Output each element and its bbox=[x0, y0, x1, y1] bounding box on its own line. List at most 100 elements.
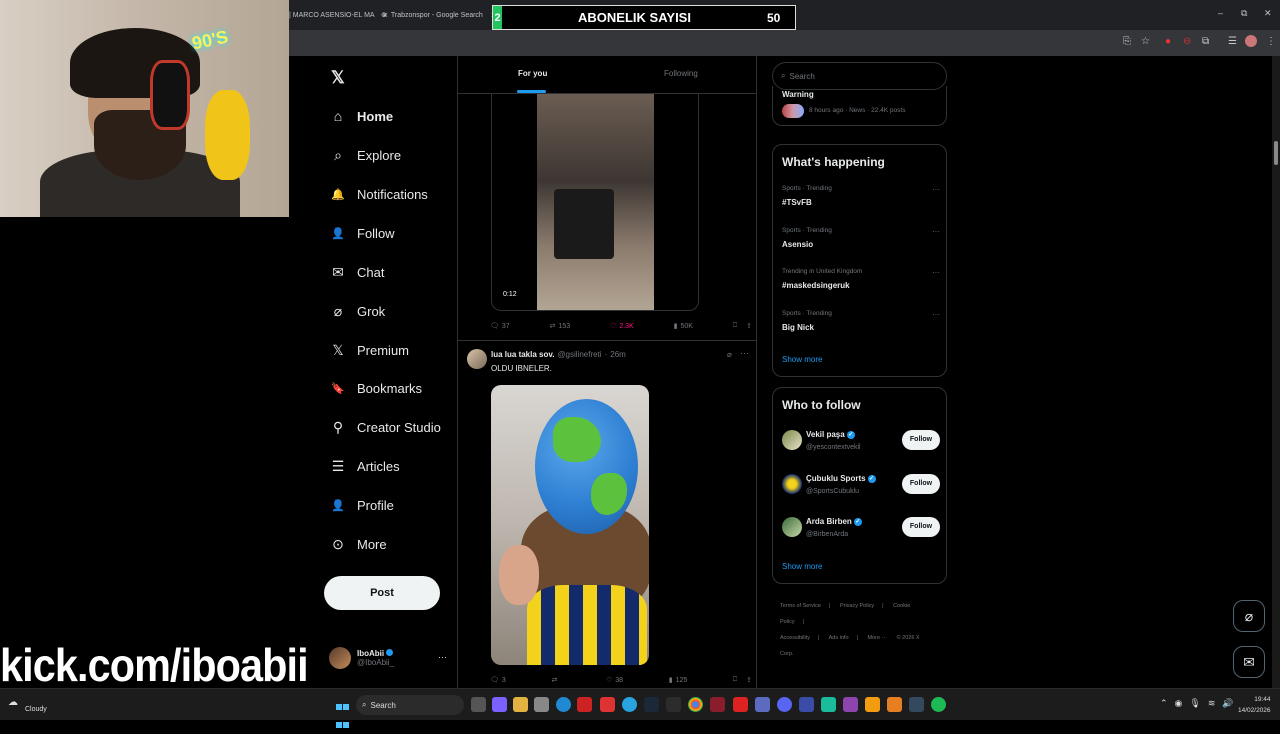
reply-button[interactable]: 🗨 3 bbox=[490, 676, 506, 685]
follow-button[interactable]: Follow bbox=[902, 474, 940, 494]
post-button[interactable]: Post bbox=[324, 576, 440, 610]
discord-icon[interactable] bbox=[777, 697, 792, 712]
account-switcher[interactable]: IboAbii @IboAbii_ bbox=[329, 640, 449, 676]
follow-suggestion[interactable]: Çubuklu Sports ✓ @SportsCubuklu Follow bbox=[782, 472, 940, 506]
sidebar-item-follow[interactable]: 👤 Follow bbox=[329, 219, 394, 247]
like-button[interactable]: ♡ 2.3K bbox=[610, 322, 634, 331]
tweet-video[interactable]: 0:12 bbox=[491, 94, 699, 311]
browser-tab[interactable]: ⊚ Trabzonspor - Google Search × bbox=[381, 6, 496, 24]
bookmark-button[interactable]: ⎕ ⇪ bbox=[733, 322, 752, 330]
copilot-icon[interactable] bbox=[492, 697, 507, 712]
weather-label[interactable]: Cloudy bbox=[25, 706, 47, 713]
app-icon[interactable] bbox=[865, 697, 880, 712]
sidebar-item-grok[interactable]: ⌀ Grok bbox=[329, 297, 385, 325]
grok-float-button[interactable]: ⌀ bbox=[1233, 600, 1265, 632]
sidebar-item-premium[interactable]: 𝕏 Premium bbox=[329, 336, 409, 364]
more-icon[interactable]: ··· bbox=[932, 268, 940, 277]
more-icon[interactable]: ··· bbox=[932, 310, 940, 319]
steam-icon[interactable] bbox=[909, 697, 924, 712]
follow-button[interactable]: Follow bbox=[902, 517, 940, 537]
app-icon[interactable] bbox=[577, 697, 592, 712]
follow-suggestion[interactable]: Arda Birben ✓ @BirbenArda Follow bbox=[782, 515, 940, 549]
author-name[interactable]: lua lua takla sov. bbox=[491, 350, 554, 359]
footer-link-terms[interactable]: Terms of Service bbox=[780, 603, 821, 609]
author-handle[interactable]: @gsilinefreti bbox=[557, 350, 601, 359]
network-icon[interactable]: ◉ bbox=[1175, 698, 1183, 709]
trend-item[interactable]: Sports · Trending #TSvFB ··· bbox=[782, 185, 940, 215]
app-icon[interactable] bbox=[600, 697, 615, 712]
tab-following[interactable]: Following bbox=[664, 69, 698, 78]
minimize-button[interactable]: – bbox=[1218, 8, 1223, 18]
sidebar-item-notifications[interactable]: 🔔 Notifications bbox=[329, 180, 428, 208]
sidebar-item-bookmarks[interactable]: 🔖 Bookmarks bbox=[329, 374, 422, 402]
bookmark-button[interactable]: ⎕ ⇪ bbox=[733, 676, 752, 684]
browser-tab[interactable]: | MARCO ASENSIO-EL MA × bbox=[289, 6, 388, 24]
sidebar-item-creator-studio[interactable]: ⚲ Creator Studio bbox=[329, 413, 441, 441]
restore-button[interactable]: ⧉ bbox=[1241, 8, 1247, 19]
app-icon[interactable] bbox=[821, 697, 836, 712]
sidebar-item-home[interactable]: ⌂ Home bbox=[329, 102, 393, 130]
grok-icon[interactable]: ⌀ bbox=[727, 350, 732, 359]
tweet-time[interactable]: 26m bbox=[610, 350, 626, 359]
app-icon[interactable] bbox=[733, 697, 748, 712]
footer-link-accessibility[interactable]: Accessibility bbox=[780, 635, 810, 641]
store-icon[interactable] bbox=[534, 697, 549, 712]
sidebar-item-articles[interactable]: ☰ Articles bbox=[329, 452, 400, 480]
share-icon[interactable]: ⇪ bbox=[746, 322, 752, 330]
app-icon[interactable] bbox=[755, 697, 770, 712]
account-more-icon[interactable]: ··· bbox=[438, 652, 447, 662]
file-explorer-icon[interactable] bbox=[513, 697, 528, 712]
sidebar-item-explore[interactable]: ⌕ Explore bbox=[329, 141, 401, 169]
app-icon[interactable] bbox=[710, 697, 725, 712]
sidebar-item-profile[interactable]: 👤 Profile bbox=[329, 491, 394, 519]
trend-item[interactable]: Sports · Trending Big Nick ··· bbox=[782, 310, 940, 340]
reply-button[interactable]: 🗨 37 bbox=[490, 322, 510, 331]
footer-link-privacy[interactable]: Privacy Policy bbox=[840, 603, 874, 609]
edge-icon[interactable] bbox=[556, 697, 571, 712]
sidebar-item-chat[interactable]: ✉ Chat bbox=[329, 258, 384, 286]
scrollbar-thumb[interactable] bbox=[1274, 141, 1278, 165]
trend-item[interactable]: Trending in United Kingdom #maskedsinger… bbox=[782, 268, 940, 298]
footer-link-ads[interactable]: Ads info bbox=[829, 635, 849, 641]
share-icon[interactable]: ⇪ bbox=[746, 676, 752, 684]
sidebar-item-more[interactable]: ⊙ More bbox=[329, 530, 387, 558]
views-button[interactable]: ▮ 125 bbox=[669, 676, 688, 685]
app-icon[interactable] bbox=[843, 697, 858, 712]
chrome-icon[interactable] bbox=[688, 697, 703, 712]
extension-icon[interactable]: ● bbox=[1165, 36, 1171, 47]
clock[interactable]: 19:44 14/02/2026 bbox=[1238, 694, 1271, 716]
footer-link-more[interactable]: More ··· bbox=[867, 635, 887, 641]
repost-button[interactable]: ⇄ 153 bbox=[550, 322, 571, 331]
steam-icon[interactable] bbox=[644, 697, 659, 712]
more-icon[interactable]: ··· bbox=[932, 185, 940, 194]
messages-float-button[interactable]: ✉ bbox=[1233, 646, 1265, 678]
trend-item[interactable]: Sports · Trending Asensio ··· bbox=[782, 227, 940, 257]
follow-button[interactable]: Follow bbox=[902, 430, 940, 450]
trend-item[interactable]: Warning 8 hours ago · News · 22.4K posts bbox=[772, 86, 947, 126]
tweet-image[interactable] bbox=[491, 385, 649, 665]
search-input[interactable]: ⌕ Search bbox=[772, 62, 947, 90]
more-icon[interactable]: ··· bbox=[740, 348, 749, 358]
show-more-link[interactable]: Show more bbox=[782, 562, 822, 571]
avatar[interactable] bbox=[467, 349, 487, 369]
install-icon[interactable]: ⎘ bbox=[1123, 36, 1131, 47]
wifi-icon[interactable]: ≋ bbox=[1208, 698, 1216, 709]
like-button[interactable]: ♡ 38 bbox=[606, 676, 623, 685]
tweet[interactable]: lua lua takla sov. @gsilinefreti · 26m ⌀… bbox=[458, 341, 756, 688]
task-view-icon[interactable] bbox=[471, 697, 486, 712]
spotify-icon[interactable] bbox=[931, 697, 946, 712]
mic-icon[interactable]: 🎙 bbox=[1189, 698, 1200, 709]
nvidia-icon[interactable] bbox=[666, 697, 681, 712]
start-button[interactable] bbox=[336, 698, 350, 728]
close-window-button[interactable]: ✕ bbox=[1264, 8, 1272, 19]
x-logo-icon[interactable]: 𝕏 bbox=[331, 68, 345, 88]
menu-icon[interactable]: ⋮ bbox=[1266, 36, 1276, 47]
repost-button[interactable]: ⇄ bbox=[551, 676, 560, 684]
avatar[interactable] bbox=[1245, 35, 1257, 47]
volume-icon[interactable]: 🔊 bbox=[1222, 698, 1233, 709]
taskbar-search[interactable]: ⌕ Search bbox=[356, 695, 464, 715]
app-icon[interactable] bbox=[887, 697, 902, 712]
views-button[interactable]: ▮ 50K bbox=[674, 322, 693, 331]
chevron-up-icon[interactable]: ⌃ bbox=[1160, 698, 1168, 709]
star-icon[interactable]: ☆ bbox=[1141, 36, 1150, 47]
